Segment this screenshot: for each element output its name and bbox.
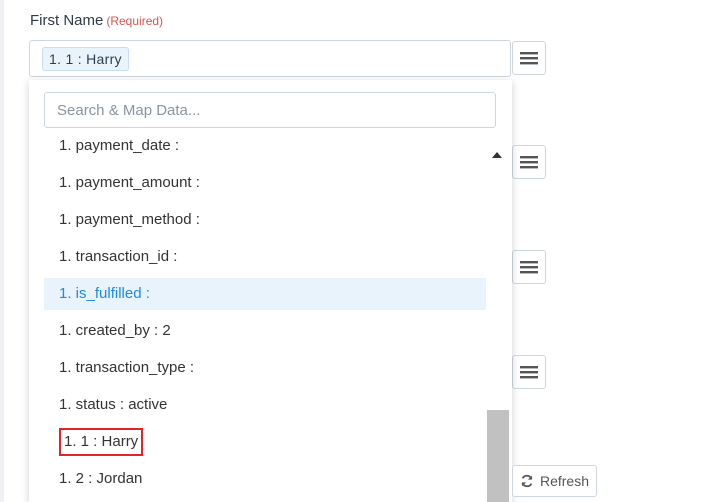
list-item-highlighted[interactable]: 1. is_fulfilled : <box>44 278 486 310</box>
list-item[interactable]: 1. 1 : Harry <box>44 426 486 458</box>
list-item-label: 1. status : active <box>59 396 168 413</box>
list-item-label: 1. is_fulfilled : <box>59 285 150 302</box>
list-item[interactable]: 1. payment_method : <box>44 204 486 236</box>
hamburger-menu-icon <box>519 364 539 380</box>
hamburger-menu-icon <box>519 259 539 275</box>
left-panel-edge <box>0 0 4 502</box>
scroll-up-arrow-icon[interactable] <box>492 152 502 158</box>
required-tag: (Required) <box>106 14 164 28</box>
list-item-label: 1. transaction_id : <box>59 248 178 265</box>
list-item-label: 1. transaction_type : <box>59 359 195 376</box>
field-2-menu-button[interactable] <box>512 145 546 179</box>
refresh-icon <box>520 474 534 488</box>
list-item[interactable]: 1. created_by : 2 <box>44 315 486 347</box>
list-item-label: 1. created_by : 2 <box>59 322 171 339</box>
refresh-button[interactable]: Refresh <box>512 465 597 497</box>
list-item[interactable]: 1. transaction_type : <box>44 352 486 384</box>
map-data-list: 1. payment_date : 1. payment_amount : 1.… <box>44 134 486 502</box>
scrollbar-thumb[interactable] <box>487 410 509 502</box>
field-3-menu-button[interactable] <box>512 250 546 284</box>
hamburger-menu-icon <box>519 50 539 66</box>
list-item-label: 1. payment_date : <box>59 137 180 154</box>
first-name-menu-button[interactable] <box>512 41 546 75</box>
list-item-label: 1. payment_method : <box>59 211 200 228</box>
list-item[interactable]: 1. 2 : Jordan <box>44 463 486 495</box>
first-name-label-text: First Name <box>30 12 104 29</box>
field-4-menu-button[interactable] <box>512 355 546 389</box>
mapped-value-chip[interactable]: 1. 1 : Harry <box>42 47 129 71</box>
annotated-list-item-label: 1. 1 : Harry <box>59 428 144 456</box>
search-map-data-input[interactable] <box>44 92 496 128</box>
list-item[interactable]: 1. payment_date : <box>44 134 486 162</box>
list-item[interactable]: 1. transaction_id : <box>44 241 486 273</box>
first-name-label: First Name (Required) <box>30 12 163 29</box>
list-item[interactable]: 1. status : active <box>44 389 486 421</box>
map-data-dropdown: 1. payment_date : 1. payment_amount : 1.… <box>29 80 512 502</box>
list-item-label: 1. payment_amount : <box>59 174 200 191</box>
list-item-label: 1. 2 : Jordan <box>59 470 143 487</box>
list-item[interactable]: 1. payment_amount : <box>44 167 486 199</box>
hamburger-menu-icon <box>519 154 539 170</box>
list-scrollbar[interactable] <box>487 146 509 502</box>
first-name-map-field[interactable]: 1. 1 : Harry <box>29 40 511 77</box>
refresh-button-label: Refresh <box>539 473 590 489</box>
